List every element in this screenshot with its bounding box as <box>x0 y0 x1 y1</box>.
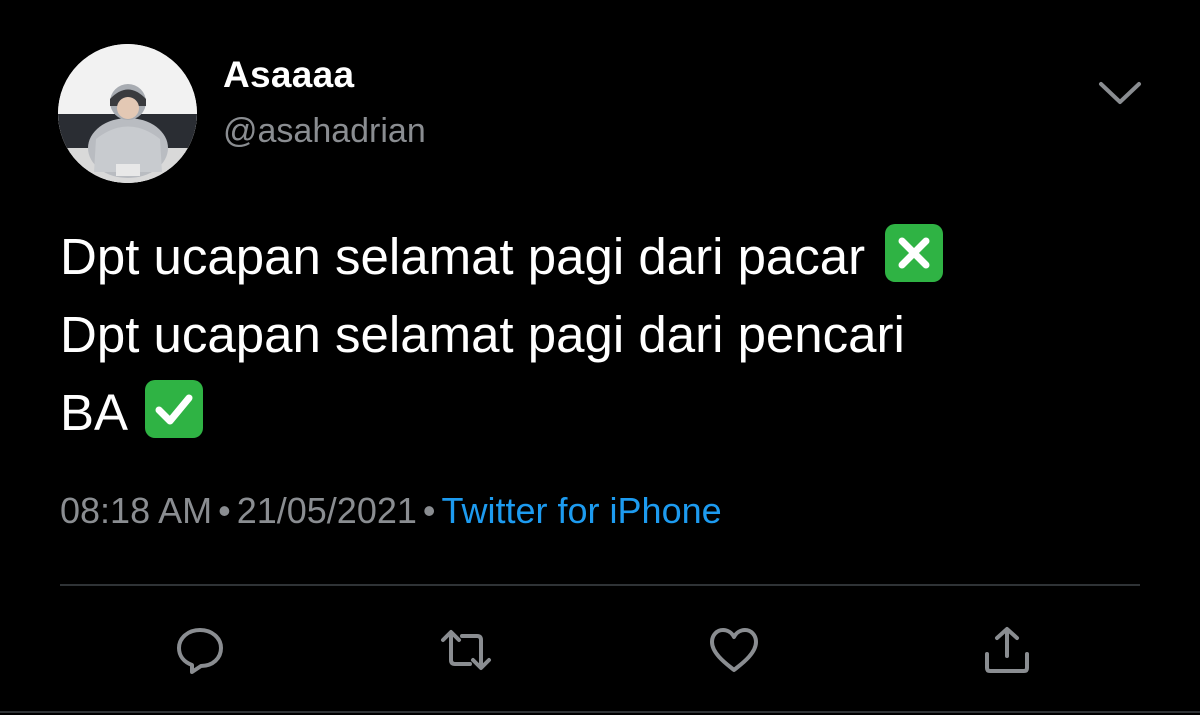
cross-mark-emoji-icon <box>885 224 944 282</box>
display-name[interactable]: Asaaaa <box>223 54 354 96</box>
tweet-meta: 08:18 AM • 21/05/2021 • Twitter for iPhone <box>60 490 722 532</box>
retweet-icon[interactable] <box>440 626 492 674</box>
share-icon[interactable] <box>981 626 1033 674</box>
tweet-line-1-text: Dpt ucapan selamat pagi dari pacar <box>60 228 866 285</box>
tweet-line-1: Dpt ucapan selamat pagi dari pacar <box>60 218 1140 296</box>
tweet-line-2: Dpt ucapan selamat pagi dari pencari <box>60 306 905 363</box>
tweet-text: Dpt ucapan selamat pagi dari pacar Dpt u… <box>60 218 1140 452</box>
tweet-source-link[interactable]: Twitter for iPhone <box>442 490 722 531</box>
chevron-down-icon[interactable] <box>1097 78 1143 108</box>
tweet-time: 08:18 AM <box>60 490 213 531</box>
check-mark-emoji-icon <box>145 380 204 438</box>
avatar-photo <box>58 44 197 183</box>
tweet-line-3: BA <box>60 374 1140 452</box>
tweet-date[interactable]: 21/05/2021 <box>237 490 417 531</box>
meta-separator: • <box>422 490 436 531</box>
meta-separator: • <box>218 490 231 531</box>
heart-icon[interactable] <box>708 626 760 674</box>
user-handle[interactable]: @asahadrian <box>223 112 426 151</box>
reply-icon[interactable] <box>174 626 226 674</box>
avatar[interactable] <box>58 44 197 183</box>
tweet-line-3-text: BA <box>60 384 126 441</box>
bottom-divider <box>0 711 1200 713</box>
divider <box>60 584 1140 586</box>
